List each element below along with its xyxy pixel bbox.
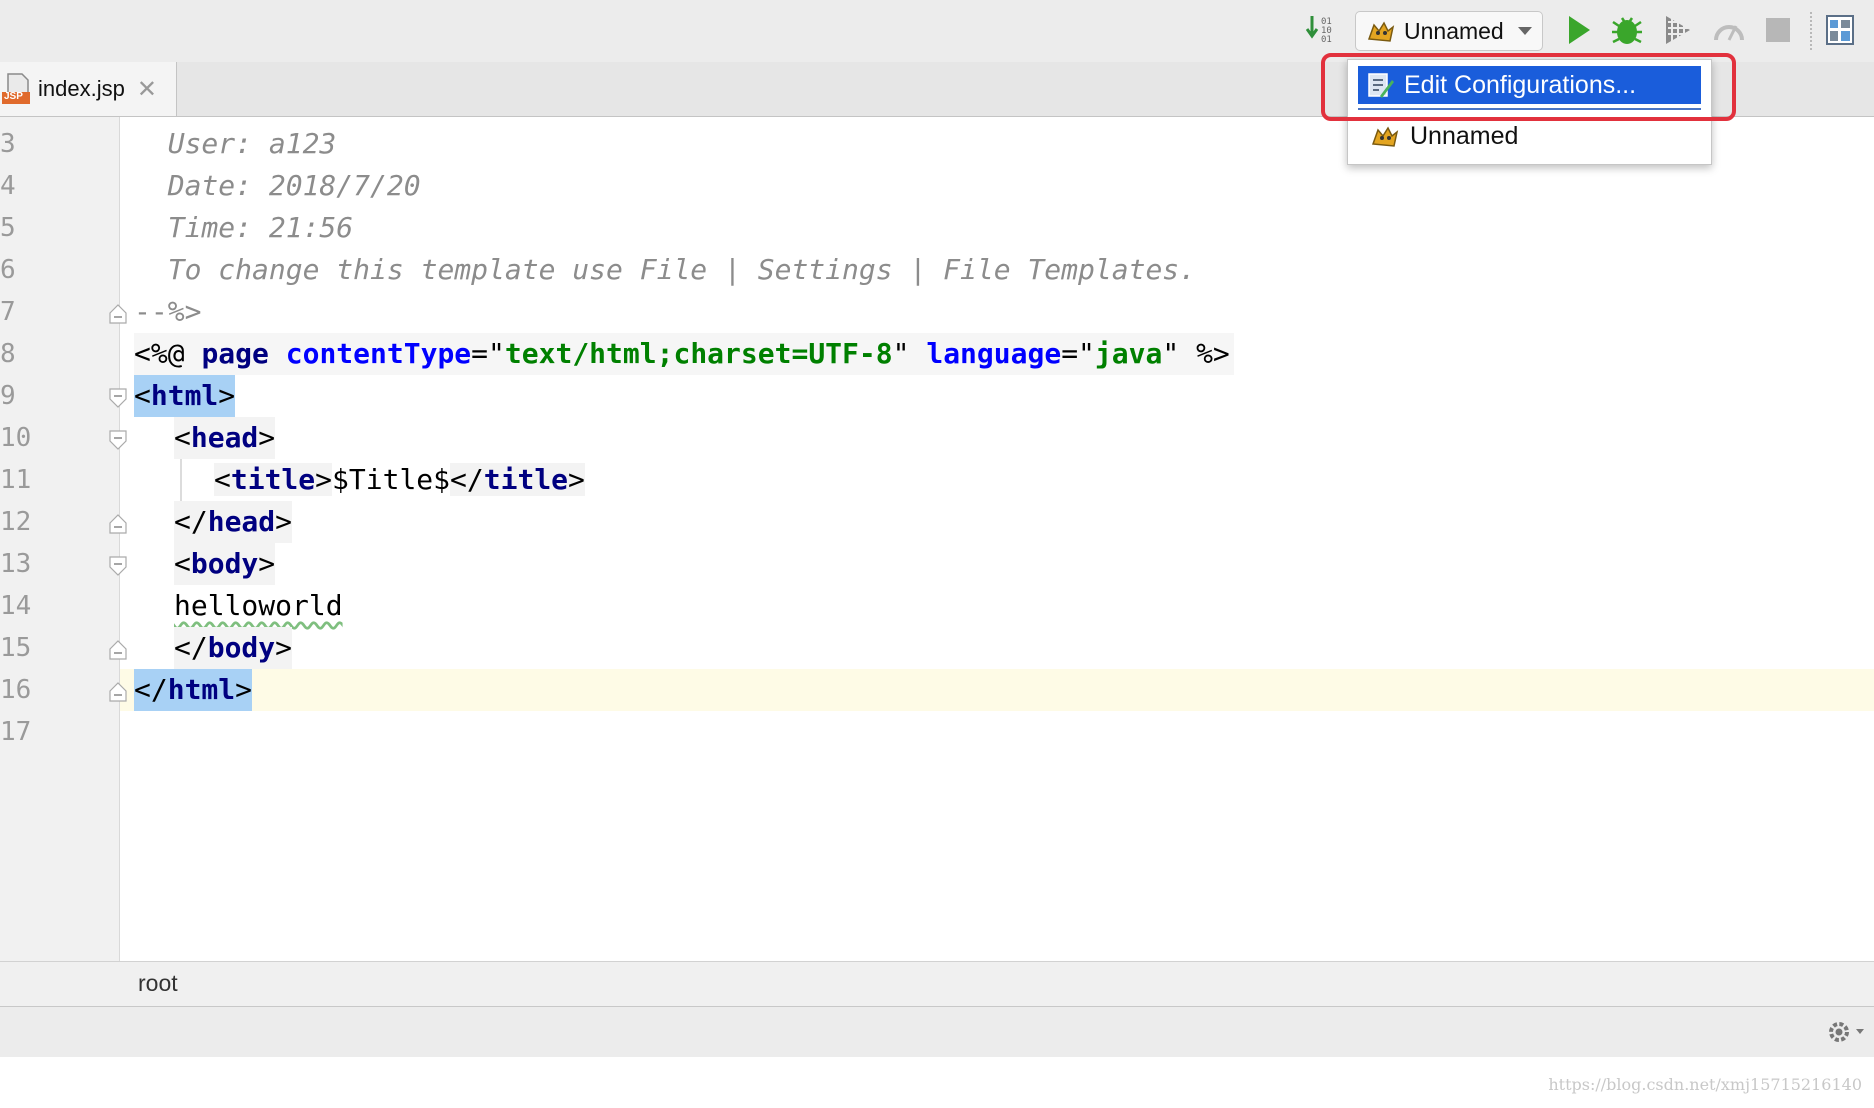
fold-icon[interactable] xyxy=(108,429,128,451)
line-number: 15 xyxy=(0,633,32,663)
menu-item-label: Unnamed xyxy=(1410,121,1519,150)
code-line: To change this template use File | Setti… xyxy=(167,253,1197,286)
fold-icon[interactable] xyxy=(108,513,128,535)
line-number: 4 xyxy=(0,171,16,201)
run-icon[interactable] xyxy=(1564,12,1594,48)
menu-item-unnamed[interactable]: Unnamed xyxy=(1358,116,1701,156)
fold-icon[interactable] xyxy=(108,555,128,577)
line-number: 10 xyxy=(0,423,32,453)
line-number: 13 xyxy=(0,549,32,579)
line-number: 7 xyxy=(0,297,16,327)
run-config-selector[interactable]: Unnamed xyxy=(1355,11,1543,51)
code-line-directive: <%@ page contentType="text/html;charset=… xyxy=(134,333,1234,375)
breadcrumb-bar: root xyxy=(0,961,1874,1006)
tomcat-icon xyxy=(1371,126,1399,147)
code-line-html-open: <html> xyxy=(134,375,236,417)
coverage-icon[interactable] xyxy=(1662,12,1694,48)
code-line-body-close: </body> xyxy=(174,627,293,669)
jsp-badge: JSP xyxy=(4,91,23,102)
fold-icon[interactable] xyxy=(108,681,128,703)
close-icon[interactable]: ✕ xyxy=(137,75,157,104)
tab-index-jsp[interactable]: JSP index.jsp ✕ xyxy=(0,62,177,116)
code-line: Date: 2018/7/20 xyxy=(167,169,421,202)
gear-icon[interactable] xyxy=(1826,1019,1866,1045)
bottom-tool-panel xyxy=(0,1006,1874,1058)
code-line-body-open: <body> xyxy=(174,543,276,585)
tomcat-icon xyxy=(1367,21,1395,42)
toolbar-separator xyxy=(1810,12,1814,50)
indent-guide xyxy=(180,459,182,501)
run-config-label: Unnamed xyxy=(1404,17,1504,44)
line-number: 14 xyxy=(0,591,32,621)
line-number: 8 xyxy=(0,339,16,369)
fold-icon[interactable] xyxy=(108,387,128,409)
code-editor[interactable]: 3 4 5 6 7 8 9 10 11 12 13 14 15 16 17 Us… xyxy=(0,117,1874,961)
highlight-annotation-box xyxy=(1321,53,1736,121)
tab-label: index.jsp xyxy=(38,76,125,101)
code-line-title: <title>$Title$</title> xyxy=(214,463,585,496)
watermark: https://blog.csdn.net/xmj15715216140 xyxy=(1548,1075,1862,1094)
current-line-highlight xyxy=(120,669,1874,711)
code-line-head-close: </head> xyxy=(174,501,293,543)
line-number: 6 xyxy=(0,255,16,285)
stop-icon[interactable] xyxy=(1764,16,1792,44)
fold-icon[interactable] xyxy=(108,639,128,661)
profile-icon[interactable] xyxy=(1712,16,1746,46)
line-number: 9 xyxy=(0,381,16,411)
line-number: 11 xyxy=(0,465,32,495)
line-number: 5 xyxy=(0,213,16,243)
fold-icon[interactable] xyxy=(108,303,128,325)
debug-icon[interactable] xyxy=(1610,12,1644,48)
line-number: 12 xyxy=(0,507,32,537)
dropdown-arrow-icon xyxy=(1517,27,1532,35)
code-line: User: a123 xyxy=(167,127,337,160)
code-line-text: helloworld xyxy=(174,589,343,622)
line-number: 16 xyxy=(0,675,32,705)
project-structure-icon[interactable] xyxy=(1824,12,1856,48)
code-line: --%> xyxy=(134,295,202,328)
jsp-file-icon: JSP xyxy=(2,72,32,106)
code-line: Time: 21:56 xyxy=(167,211,354,244)
update-icon[interactable]: 01 10 01 xyxy=(1306,14,1338,46)
svg-text:01: 01 xyxy=(1321,35,1332,45)
line-number: 3 xyxy=(0,129,16,159)
code-line-head-open: <head> xyxy=(174,417,276,459)
line-number: 17 xyxy=(0,717,32,747)
breadcrumb[interactable]: root xyxy=(138,970,178,997)
code-line-html-close: </html> xyxy=(134,669,253,711)
